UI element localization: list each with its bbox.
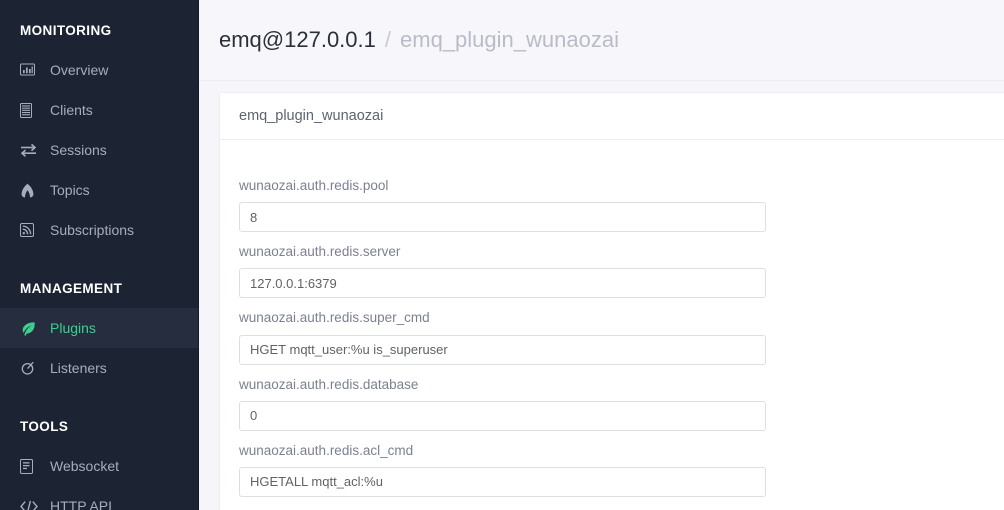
websocket-icon (20, 458, 40, 474)
breadcrumb: emq@127.0.0.1 / emq_plugin_wunaozai (219, 29, 619, 51)
breadcrumb-separator: / (384, 27, 392, 52)
card-title: emq_plugin_wunaozai (220, 93, 1004, 140)
sidebar-item-overview[interactable]: Overview (0, 50, 198, 90)
listeners-circle-icon (20, 360, 40, 376)
card-body: wunaozai.auth.redis.pool wunaozai.auth.r… (220, 140, 1004, 510)
breadcrumb-node[interactable]: emq@127.0.0.1 (219, 29, 376, 51)
form-column-left: wunaozai.auth.redis.pool wunaozai.auth.r… (239, 178, 784, 377)
bar-chart-icon (20, 62, 40, 78)
code-brackets-icon (20, 498, 40, 510)
rss-feed-icon (20, 222, 40, 238)
field-label: wunaozai.auth.redis.acl_cmd (239, 442, 414, 458)
field-redis-acl-cmd: wunaozai.auth.redis.acl_cmd (239, 443, 784, 497)
sidebar-item-sessions[interactable]: Sessions (0, 130, 198, 170)
sidebar-item-http-api[interactable]: HTTP API (0, 486, 198, 510)
redis-pool-input[interactable] (239, 202, 766, 233)
redis-super-cmd-input[interactable] (239, 334, 766, 365)
sidebar-item-clients[interactable]: Clients (0, 90, 198, 130)
sidebar: MONITORING Overview Clients Sessions Top… (0, 0, 199, 510)
field-redis-super-cmd: wunaozai.auth.redis.super_cmd (239, 310, 784, 365)
redis-server-input[interactable] (239, 268, 766, 299)
config-form: wunaozai.auth.redis.pool wunaozai.auth.r… (239, 178, 1004, 509)
topics-icon (20, 182, 40, 198)
field-label: wunaozai.auth.redis.database (239, 376, 419, 392)
form-column-right: wunaozai.auth.redis.database wunaozai.au… (239, 377, 784, 509)
field-redis-database: wunaozai.auth.redis.database (239, 377, 784, 431)
sidebar-item-label: Sessions (50, 142, 107, 158)
field-label: wunaozai.auth.redis.server (239, 244, 401, 260)
app-root: MONITORING Overview Clients Sessions Top… (0, 0, 1004, 510)
sidebar-item-subscriptions[interactable]: Subscriptions (0, 210, 198, 250)
field-label: wunaozai.auth.redis.super_cmd (239, 310, 430, 326)
sidebar-item-label: HTTP API (50, 498, 112, 510)
sidebar-item-label: Clients (50, 102, 93, 118)
field-label: wunaozai.auth.redis.pool (239, 178, 389, 193)
sidebar-item-plugins[interactable]: Plugins (0, 308, 198, 348)
sidebar-item-label: Subscriptions (50, 222, 135, 238)
main-content: emq@127.0.0.1 / emq_plugin_wunaozai emq_… (199, 0, 1004, 510)
sidebar-item-listeners[interactable]: Listeners (0, 348, 198, 388)
sidebar-item-websocket[interactable]: Websocket (0, 446, 198, 486)
sidebar-item-label: Websocket (50, 458, 119, 474)
sidebar-item-label: Plugins (50, 320, 96, 336)
sidebar-section-tools: TOOLS (20, 418, 69, 434)
sidebar-item-label: Overview (50, 62, 109, 78)
server-stack-icon (20, 102, 40, 118)
redis-acl-cmd-input[interactable] (239, 466, 766, 497)
field-redis-pool: wunaozai.auth.redis.pool (239, 178, 784, 233)
sidebar-section-management: MANAGEMENT (20, 280, 123, 296)
sidebar-item-topics[interactable]: Topics (0, 170, 198, 210)
sidebar-item-label: Listeners (50, 360, 107, 376)
content-area: emq_plugin_wunaozai wunaozai.auth.redis.… (199, 81, 1004, 510)
plugin-config-card: emq_plugin_wunaozai wunaozai.auth.redis.… (219, 92, 1004, 510)
redis-database-input[interactable] (239, 400, 766, 431)
topbar: emq@127.0.0.1 / emq_plugin_wunaozai (199, 0, 1004, 81)
field-redis-server: wunaozai.auth.redis.server (239, 244, 784, 299)
sidebar-item-label: Topics (50, 182, 90, 198)
exchange-arrows-icon (20, 142, 40, 158)
breadcrumb-plugin-name: emq_plugin_wunaozai (400, 27, 619, 52)
sidebar-section-monitoring: MONITORING (20, 22, 112, 38)
plug-leaf-icon (20, 320, 40, 336)
